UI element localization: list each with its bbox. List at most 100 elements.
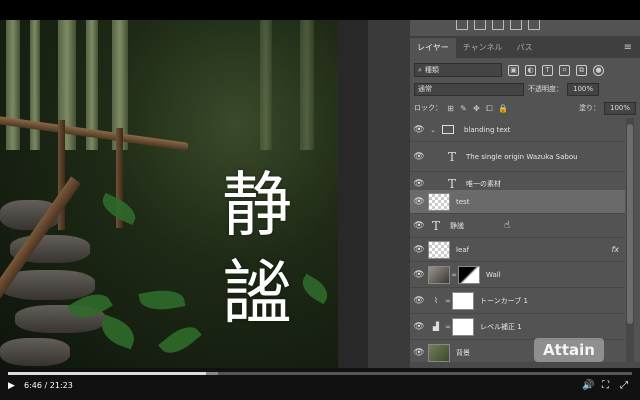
eye-icon[interactable]: 👁: [410, 197, 428, 207]
layer-thumbnail: [428, 343, 450, 362]
pixel-filter-icon[interactable]: ▣: [508, 64, 519, 76]
layer-row[interactable]: 👁 T 静謐 ☝: [410, 214, 625, 238]
total-time: 21:23: [49, 381, 73, 390]
fill-input[interactable]: 100%: [604, 101, 636, 115]
lock-row: ロック： ⊞ ✎ ✥ ⧠ 🔒 塗り： 100%: [414, 101, 636, 115]
curves-icon: ⌇: [434, 296, 438, 305]
mouse-cursor-icon: ☝: [504, 220, 511, 231]
play-icon[interactable]: ▶: [8, 381, 15, 391]
search-icon: ⌕: [418, 66, 422, 74]
kind-filter-select[interactable]: ⌕ 種類: [414, 63, 502, 77]
folder-icon: [442, 125, 454, 134]
shape-filter-icon[interactable]: ⌗: [559, 64, 570, 76]
video-player-bar: ▶ 6:46 / 21:23 🔊 ⛶ ⤢: [0, 368, 640, 400]
eye-icon[interactable]: 👁: [410, 152, 428, 162]
bamboo-stalk: [300, 20, 314, 150]
bamboo-stalk: [6, 20, 20, 150]
link-icon[interactable]: ∞: [444, 297, 452, 305]
panel-icon[interactable]: [528, 20, 540, 30]
canvas-gutter: [338, 20, 368, 368]
eye-icon[interactable]: 👁: [410, 296, 428, 306]
chevron-down-icon[interactable]: ⌄: [428, 126, 438, 134]
layer-row-selected[interactable]: 👁 test: [410, 190, 625, 214]
panel-icon[interactable]: [510, 20, 522, 30]
layer-name: blanding text: [464, 125, 511, 134]
tab-layers[interactable]: レイヤー: [410, 38, 456, 58]
link-icon[interactable]: ∞: [450, 271, 458, 279]
layer-filter-row: ⌕ 種類 ▣ ◐ T ⌗ ⧉ ●: [414, 62, 636, 78]
fx-icon[interactable]: fx: [611, 245, 619, 254]
progress-fill: [8, 372, 206, 375]
layer-mask-thumbnail: [452, 291, 474, 310]
eye-icon[interactable]: 👁: [410, 179, 428, 189]
link-icon[interactable]: ∞: [444, 323, 452, 331]
layer-name: レベル補正 1: [480, 322, 522, 331]
adjustment-filter-icon[interactable]: ◐: [525, 64, 536, 76]
panel-icon[interactable]: [456, 20, 468, 30]
settings-icon[interactable]: ⛶: [602, 380, 609, 391]
eye-icon[interactable]: 👁: [410, 125, 428, 135]
layer-row[interactable]: 👁 leaf fx: [410, 238, 625, 262]
fill-label: 塗り：: [579, 104, 600, 112]
panel-menu-icon[interactable]: ≡: [624, 38, 632, 58]
lock-image-icon[interactable]: ✎: [459, 104, 468, 113]
panel-top-icons: [450, 20, 640, 34]
tab-channels[interactable]: チャンネル: [456, 38, 510, 58]
progress-track[interactable]: [8, 372, 632, 375]
time-readout: 6:46 / 21:23: [24, 381, 73, 390]
panel-icon[interactable]: [474, 20, 486, 30]
layer-row[interactable]: 👁 ▟ ∞ レベル補正 1: [410, 314, 625, 340]
lock-all-icon[interactable]: 🔒: [498, 104, 508, 113]
blend-mode-select[interactable]: 通常: [414, 82, 524, 96]
layer-name: 唯一の素材: [466, 179, 501, 188]
layer-mask-thumbnail: [452, 317, 474, 336]
opacity-input[interactable]: 100%: [567, 82, 599, 96]
volume-icon[interactable]: 🔊: [582, 380, 594, 391]
scrollbar-thumb[interactable]: [627, 124, 633, 324]
eye-icon[interactable]: 👁: [410, 245, 428, 255]
layer-row[interactable]: 👁 ∞ Wall: [410, 262, 625, 288]
layer-thumbnail: [428, 192, 450, 211]
eye-icon[interactable]: 👁: [410, 270, 428, 280]
layer-list: 👁 ⌄ blanding text 👁 T The single origin …: [410, 118, 625, 366]
leaf: [138, 286, 186, 314]
filter-toggle-icon[interactable]: ●: [593, 64, 604, 76]
kind-filter-label: 種類: [424, 66, 439, 74]
document-canvas[interactable]: 静 謐: [0, 20, 338, 368]
channel-watermark-logo: Attain: [534, 338, 604, 362]
layer-name: leaf: [456, 245, 470, 254]
eye-icon[interactable]: 👁: [410, 322, 428, 332]
smart-object-filter-icon[interactable]: ⧉: [576, 64, 587, 76]
tab-paths[interactable]: パス: [510, 38, 540, 58]
blend-row: 通常 不透明度： 100%: [414, 82, 636, 96]
layer-name: The single origin Wazuka Sabou: [466, 152, 578, 161]
layer-row[interactable]: 👁 T The single origin Wazuka Sabou: [410, 142, 625, 172]
lock-position-icon[interactable]: ✥: [472, 104, 481, 113]
layer-thumbnail: [428, 240, 450, 259]
panel-dock-strip: [368, 20, 410, 368]
layer-row[interactable]: 👁 ⌇ ∞ トーンカーブ 1: [410, 288, 625, 314]
layers-scrollbar[interactable]: [626, 118, 634, 366]
eye-icon[interactable]: 👁: [410, 221, 428, 231]
fullscreen-icon[interactable]: ⤢: [620, 380, 628, 391]
text-layer-icon: T: [447, 149, 456, 164]
bamboo-stalk: [260, 20, 272, 150]
layer-name: Wall: [486, 270, 501, 279]
lock-transparency-icon[interactable]: ⊞: [446, 104, 455, 113]
leaf: [297, 273, 333, 305]
panel-icon[interactable]: [492, 20, 504, 30]
layer-name: トーンカーブ 1: [480, 296, 528, 305]
opacity-label: 不透明度：: [528, 85, 563, 93]
current-time: 6:46: [24, 381, 42, 390]
layer-row[interactable]: 👁 ⌄ blanding text: [410, 118, 625, 142]
layer-name: 背景: [456, 348, 470, 357]
layer-mask-thumbnail: [458, 265, 480, 284]
leaf: [96, 314, 140, 350]
eye-icon[interactable]: 👁: [410, 348, 428, 358]
lock-artboard-icon[interactable]: ⧠: [485, 104, 494, 113]
stone-step: [0, 338, 70, 366]
canvas-text-sei: 静: [222, 164, 292, 246]
lock-label: ロック：: [414, 104, 442, 112]
type-filter-icon[interactable]: T: [542, 64, 553, 76]
top-letterbox: [0, 0, 640, 20]
